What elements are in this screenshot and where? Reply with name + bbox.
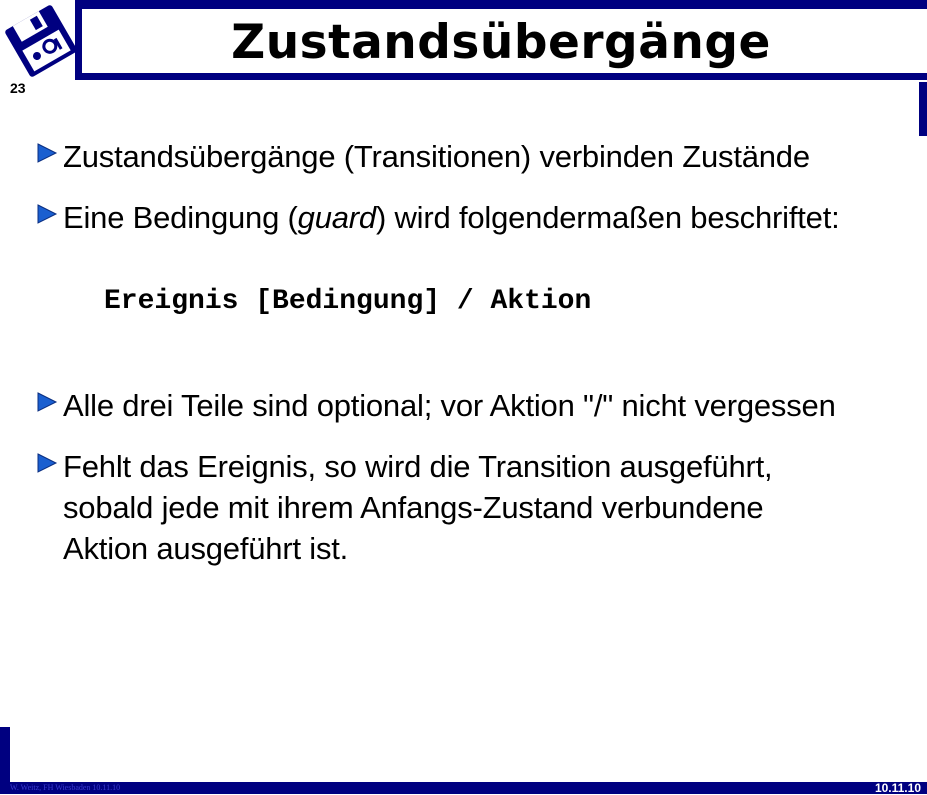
bullet-item: Fehlt das Ereignis, so wird die Transiti…: [36, 446, 773, 569]
bullet-triangle-icon: [37, 204, 58, 224]
bullet-text-after: ) wird folgendermaßen beschriftet:: [375, 200, 840, 235]
footer-bar: [0, 782, 927, 794]
bullet-text: Fehlt das Ereignis, so wird die Transiti…: [63, 446, 773, 569]
bullet-triangle-icon: [37, 453, 58, 473]
bullet-text: Zustandsübergänge (Transitionen) verbind…: [63, 139, 810, 174]
bullet-line: sobald jede mit ihrem Anfangs-Zustand ve…: [63, 490, 764, 525]
floppy-disk-logo-icon: [5, 5, 77, 77]
bullet-triangle-icon: [37, 143, 58, 163]
bullet-line: Aktion ausgeführt ist.: [63, 531, 349, 566]
right-frame-bar: [919, 82, 927, 136]
slide-title: Zustandsübergänge: [231, 15, 771, 70]
bullet-item: Alle drei Teile sind optional; vor Aktio…: [36, 385, 836, 426]
bullet-triangle-icon: [37, 392, 58, 412]
bullet-text: Eine Bedingung (guard) wird folgendermaß…: [63, 197, 840, 238]
guard-emphasis: guard: [297, 200, 376, 235]
bullet-item: Zustandsübergänge (Transitionen) verbind…: [36, 136, 810, 177]
bullet-item: Eine Bedingung (guard) wird folgendermaß…: [36, 197, 840, 238]
footer-date: 10.11.10: [874, 781, 921, 795]
bullet-text: Alle drei Teile sind optional; vor Aktio…: [63, 388, 836, 423]
page-number: 23: [10, 80, 26, 96]
transition-syntax: Ereignis [Bedingung] / Aktion: [104, 286, 592, 317]
bullet-text-before: Eine Bedingung (: [63, 200, 298, 235]
footer-author: W. Weitz, FH Wiesbaden 10.11.10: [10, 783, 121, 792]
bullet-line: Fehlt das Ereignis, so wird die Transiti…: [63, 449, 773, 484]
